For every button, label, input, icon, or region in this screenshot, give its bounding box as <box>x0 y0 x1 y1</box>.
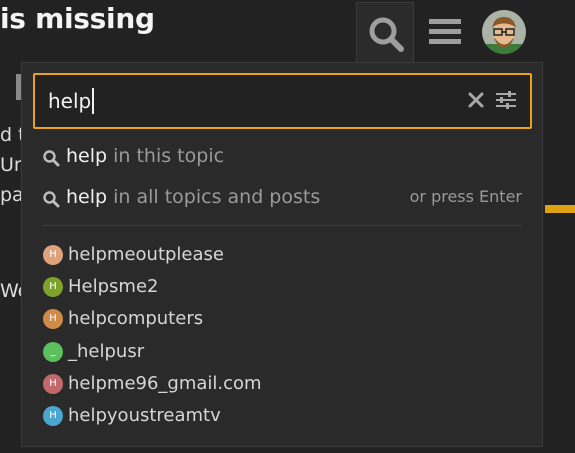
hamburger-icon <box>429 19 461 44</box>
user-result[interactable]: H helpcomputers <box>42 306 522 332</box>
text-caret <box>92 88 94 114</box>
user-result[interactable]: H Helpsme2 <box>42 274 522 300</box>
search-button[interactable] <box>356 2 414 64</box>
username: _helpusr <box>68 341 145 362</box>
sliders-icon <box>496 91 516 109</box>
search-suggestion-this-topic[interactable]: help in this topic <box>42 141 522 171</box>
username: helpme96_gmail.com <box>68 373 262 394</box>
username: helpcomputers <box>68 308 204 329</box>
username: Helpsme2 <box>68 276 159 297</box>
user-result[interactable]: _ _helpusr <box>42 339 522 365</box>
close-icon <box>468 92 484 108</box>
search-menu-panel: help help in this topic help in all topi… <box>21 62 543 447</box>
press-enter-hint: or press Enter <box>409 187 522 206</box>
username: helpmeoutplease <box>68 244 224 265</box>
search-suggestion-all-topics[interactable]: help in all topics and posts or press En… <box>42 182 522 212</box>
user-avatar: H <box>43 277 63 297</box>
search-query-text: help <box>48 89 92 113</box>
user-avatar-icon <box>482 10 526 54</box>
user-result[interactable]: H helpyoustreamtv <box>42 403 522 429</box>
user-result[interactable]: H helpmeoutplease <box>42 242 522 268</box>
topic-title: is missing <box>0 2 155 35</box>
hamburger-menu-button[interactable] <box>426 14 464 48</box>
user-avatar-button[interactable] <box>480 8 528 56</box>
advanced-search-button[interactable] <box>495 90 517 110</box>
clear-search-button[interactable] <box>467 91 485 109</box>
username: helpyoustreamtv <box>68 405 221 426</box>
user-avatar: H <box>43 406 63 426</box>
search-icon <box>43 191 60 208</box>
user-result[interactable]: H helpme96_gmail.com <box>42 371 522 397</box>
suggestion-term: help <box>66 186 108 208</box>
divider <box>42 225 522 226</box>
suggestion-scope: in this topic <box>107 145 225 167</box>
search-icon <box>43 150 60 167</box>
user-avatar: H <box>43 245 63 265</box>
suggestion-scope: in all topics and posts <box>107 186 321 208</box>
user-avatar: H <box>43 309 63 329</box>
user-avatar: _ <box>43 342 63 362</box>
suggestion-term: help <box>66 145 108 167</box>
background-accent-bar <box>545 205 575 213</box>
search-field[interactable]: help <box>33 73 532 129</box>
search-input[interactable]: help <box>48 87 448 115</box>
search-icon <box>369 17 404 52</box>
site-header: is missing <box>0 0 575 64</box>
user-avatar: H <box>43 374 63 394</box>
